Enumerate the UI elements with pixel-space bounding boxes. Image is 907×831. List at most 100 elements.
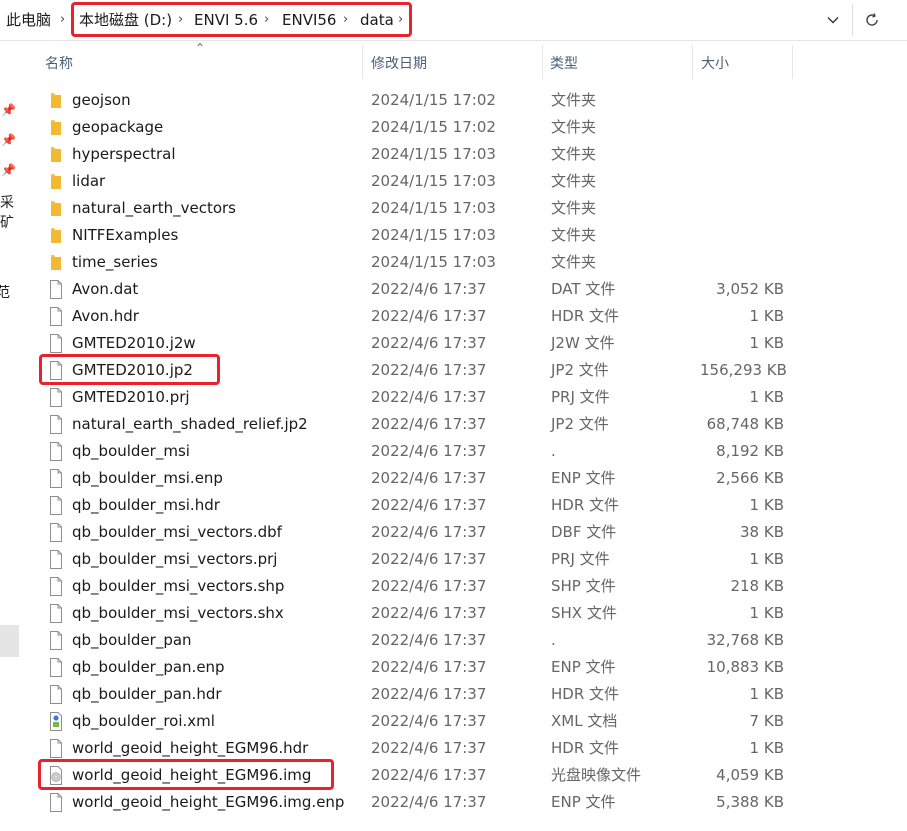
file-type: ENP 文件: [551, 793, 616, 811]
file-modified-date: 2024/1/15 17:03: [371, 172, 496, 190]
file-size: 7 KB: [749, 712, 784, 730]
file-row[interactable]: Avon.dat 2022/4/6 17:37 DAT 文件 3,052 KB: [20, 277, 900, 304]
file-size: 1 KB: [749, 334, 784, 352]
file-icon: [48, 415, 64, 434]
file-row[interactable]: qb_boulder_msi.hdr 2022/4/6 17:37 HDR 文件 1 …: [20, 493, 900, 520]
file-row[interactable]: qb_boulder_pan.hdr 2022/4/6 17:37 HDR 文件 1 …: [20, 682, 900, 709]
file-name: NITFExamples: [72, 226, 179, 244]
chevron-right-icon[interactable]: ›: [60, 10, 65, 30]
file-row[interactable]: geojson 2024/1/15 17:02 文件夹: [20, 88, 900, 115]
file-name: GMTED2010.jp2: [72, 361, 193, 379]
file-row[interactable]: world_geoid_height_EGM96.img.enp 2022/4/6…: [20, 790, 900, 817]
file-icon: [48, 523, 64, 542]
navigation-pane[interactable]: 📌 📌 📌 采矿 范: [0, 41, 20, 831]
file-type: DAT 文件: [551, 280, 616, 298]
file-name: time_series: [72, 253, 158, 271]
column-divider[interactable]: [542, 45, 543, 79]
file-modified-date: 2024/1/15 17:02: [371, 118, 496, 136]
file-row[interactable]: lidar 2024/1/15 17:03 文件夹: [20, 169, 900, 196]
refresh-button[interactable]: [860, 8, 884, 32]
file-row[interactable]: qb_boulder_msi_vectors.dbf 2022/4/6 17:37…: [20, 520, 900, 547]
breadcrumb-this-pc[interactable]: 此电脑: [6, 10, 51, 30]
file-row[interactable]: GMTED2010.j2w 2022/4/6 17:37 J2W 文件 1 KB: [20, 331, 900, 358]
file-name: qb_boulder_pan.hdr: [72, 685, 222, 703]
file-row[interactable]: natural_earth_vectors 2024/1/15 17:03 文件夹: [20, 196, 900, 223]
file-size: 32,768 KB: [706, 631, 784, 649]
file-row[interactable]: natural_earth_shaded_relief.jp2 2022/4/6 …: [20, 412, 900, 439]
file-name: Avon.dat: [72, 280, 139, 298]
file-type: HDR 文件: [551, 496, 620, 514]
breadcrumb-local-disk-d[interactable]: 本地磁盘 (D:): [79, 10, 172, 30]
column-divider[interactable]: [792, 45, 793, 79]
chevron-right-icon[interactable]: ›: [178, 10, 183, 30]
file-type: PRJ 文件: [551, 550, 610, 568]
file-modified-date: 2022/4/6 17:37: [371, 550, 487, 568]
breadcrumb-envi56[interactable]: ENVI56: [282, 10, 336, 30]
file-row[interactable]: Avon.hdr 2022/4/6 17:37 HDR 文件 1 KB: [20, 304, 900, 331]
file-size: 2,566 KB: [716, 469, 784, 487]
file-modified-date: 2022/4/6 17:37: [371, 739, 487, 757]
column-header-name[interactable]: 名称: [45, 53, 73, 73]
file-name: world_geoid_height_EGM96.img.enp: [72, 793, 345, 811]
chevron-right-icon[interactable]: ›: [398, 10, 403, 30]
file-size: 1 KB: [749, 388, 784, 406]
breadcrumb-data[interactable]: data: [360, 10, 394, 30]
column-header-date[interactable]: 修改日期: [371, 53, 427, 73]
file-size: 156,293 KB: [700, 361, 787, 379]
chevron-right-icon[interactable]: ›: [343, 10, 348, 30]
pin-icon[interactable]: 📌: [1, 133, 16, 147]
file-row[interactable]: time_series 2024/1/15 17:03 文件夹: [20, 250, 900, 277]
nav-item-selected[interactable]: [0, 625, 19, 657]
folder-icon: [48, 91, 64, 110]
file-modified-date: 2022/4/6 17:37: [371, 523, 487, 541]
column-header-size[interactable]: 大小: [701, 53, 729, 73]
breadcrumb-envi-5-6[interactable]: ENVI 5.6: [194, 10, 258, 30]
file-row[interactable]: qb_boulder_pan.enp 2022/4/6 17:37 ENP 文件 10…: [20, 655, 900, 682]
chevron-right-icon[interactable]: ›: [264, 10, 269, 30]
file-name: geopackage: [72, 118, 164, 136]
file-size: 10,883 KB: [706, 658, 784, 676]
address-bar[interactable]: 此电脑 › 本地磁盘 (D:) › ENVI 5.6 › ENVI56 › da…: [0, 0, 907, 41]
file-row[interactable]: qb_boulder_msi.enp 2022/4/6 17:37 ENP 文件 2,…: [20, 466, 900, 493]
file-row[interactable]: qb_boulder_pan 2022/4/6 17:37. 32,768 KB: [20, 628, 900, 655]
file-row[interactable]: qb_boulder_msi_vectors.shx 2022/4/6 17:37…: [20, 601, 900, 628]
file-row[interactable]: GMTED2010.jp2 2022/4/6 17:37 JP2 文件 156,293…: [20, 358, 900, 385]
file-row[interactable]: hyperspectral 2024/1/15 17:03 文件夹: [20, 142, 900, 169]
file-row[interactable]: NITFExamples 2024/1/15 17:03 文件夹: [20, 223, 900, 250]
nav-item-partial[interactable]: 采矿: [0, 192, 18, 232]
file-row[interactable]: qb_boulder_msi 2022/4/6 17:37. 8,192 KB: [20, 439, 900, 466]
file-type: .: [551, 631, 556, 649]
address-history-dropdown[interactable]: [820, 8, 846, 32]
file-size: 1 KB: [749, 496, 784, 514]
column-header-type[interactable]: 类型: [550, 53, 578, 73]
file-modified-date: 2022/4/6 17:37: [371, 685, 487, 703]
column-divider[interactable]: [362, 45, 363, 79]
file-row[interactable]: qb_boulder_msi_vectors.shp 2022/4/6 17:37…: [20, 574, 900, 601]
file-modified-date: 2022/4/6 17:37: [371, 766, 487, 784]
pin-icon[interactable]: 📌: [1, 103, 16, 117]
file-name: qb_boulder_msi_vectors.prj: [72, 550, 278, 568]
file-modified-date: 2022/4/6 17:37: [371, 334, 487, 352]
column-divider[interactable]: [692, 45, 693, 79]
file-type: JP2 文件: [551, 361, 609, 379]
nav-item-partial[interactable]: 范: [0, 282, 14, 302]
file-name: qb_boulder_pan: [72, 631, 192, 649]
file-row[interactable]: world_geoid_height_EGM96.img 2022/4/6 17:…: [20, 763, 900, 790]
file-modified-date: 2024/1/15 17:03: [371, 145, 496, 163]
file-row[interactable]: world_geoid_height_EGM96.hdr 2022/4/6 17:…: [20, 736, 900, 763]
file-icon: [48, 469, 64, 488]
file-type: SHX 文件: [551, 604, 617, 622]
file-type: 文件夹: [551, 172, 597, 190]
file-icon: [48, 307, 64, 326]
folder-icon: [48, 118, 64, 137]
file-icon: [48, 739, 64, 758]
folder-icon: [48, 172, 64, 191]
file-row[interactable]: geopackage 2024/1/15 17:02 文件夹: [20, 115, 900, 142]
pin-icon[interactable]: 📌: [1, 163, 16, 177]
file-icon: [48, 604, 64, 623]
file-row[interactable]: qb_boulder_roi.xml 2022/4/6 17:37 XML 文档 7 …: [20, 709, 900, 736]
sort-ascending-icon: ⌃: [195, 41, 206, 55]
file-row[interactable]: qb_boulder_msi_vectors.prj 2022/4/6 17:37…: [20, 547, 900, 574]
file-row[interactable]: GMTED2010.prj 2022/4/6 17:37 PRJ 文件 1 KB: [20, 385, 900, 412]
file-name: qb_boulder_msi_vectors.dbf: [72, 523, 282, 541]
